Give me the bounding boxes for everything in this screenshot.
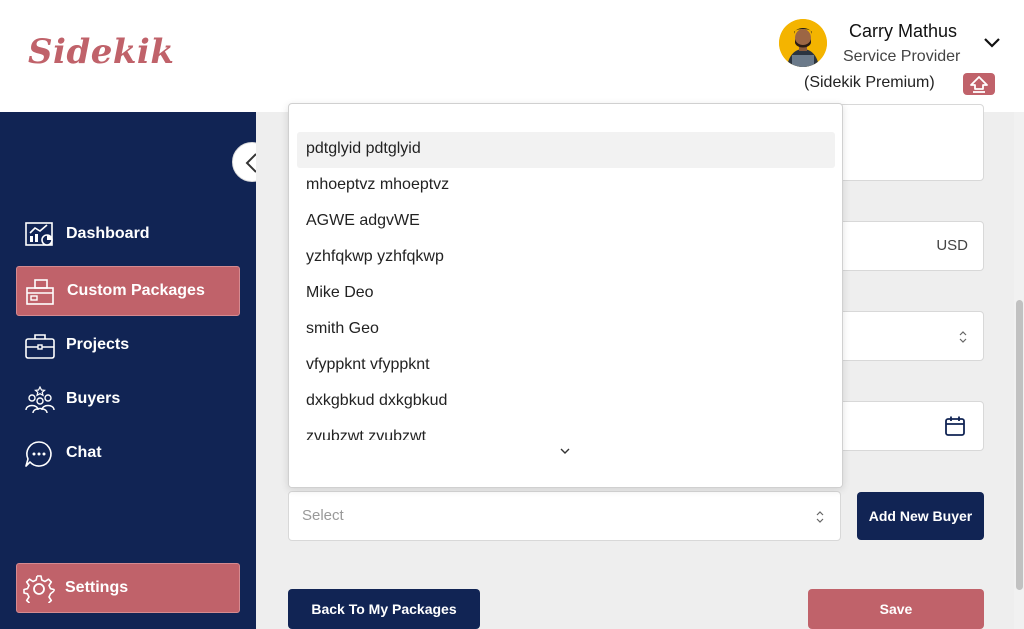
chat-icon — [24, 440, 56, 468]
currency-label: USD — [936, 237, 968, 254]
user-avatar[interactable] — [779, 19, 827, 67]
user-plan: (Sidekik Premium) — [804, 74, 935, 91]
upgrade-button[interactable] — [963, 73, 995, 95]
sidebar-item-buyers[interactable]: Buyers — [16, 375, 240, 425]
updown-arrows-icon — [816, 511, 824, 523]
sidebar-item-chat[interactable]: Chat — [16, 429, 240, 479]
sidebar-item-label: Dashboard — [66, 225, 150, 242]
sidebar-item-settings[interactable]: Settings — [16, 563, 240, 613]
sidebar-item-projects[interactable]: Projects — [16, 321, 240, 371]
sidebar-item-dashboard[interactable]: Dashboard — [16, 210, 240, 260]
scrollbar-thumb[interactable] — [1016, 300, 1023, 590]
buyer-select-placeholder: Select — [302, 507, 344, 524]
chevron-down-icon[interactable] — [983, 34, 1001, 48]
buyer-select[interactable]: Select — [288, 491, 841, 541]
dropdown-option[interactable]: yzhfqkwp yzhfqkwp — [297, 240, 835, 276]
dropdown-option[interactable]: Mike Deo — [297, 276, 835, 312]
back-to-packages-button[interactable]: Back To My Packages — [288, 589, 480, 629]
dashboard-icon — [24, 221, 56, 249]
dropdown-option[interactable]: mhoeptvz mhoeptvz — [297, 168, 835, 204]
sidebar-item-label: Custom Packages — [67, 282, 205, 299]
sidebar-item-custom-packages[interactable]: Custom Packages — [16, 266, 240, 316]
gear-icon — [23, 575, 55, 604]
sidebar-item-label: Chat — [66, 444, 102, 461]
dropdown-option[interactable]: zvubzwt zvubzwt — [297, 420, 835, 440]
calendar-icon[interactable] — [944, 415, 966, 437]
dropdown-option[interactable]: dxkgbkud dxkgbkud — [297, 384, 835, 420]
add-new-buyer-button[interactable]: Add New Buyer — [857, 492, 984, 540]
dropdown-option[interactable]: pdtglyid pdtglyid — [297, 132, 835, 168]
updown-arrows-icon — [959, 331, 967, 343]
user-role: Service Provider — [843, 48, 961, 65]
briefcase-icon — [24, 332, 56, 360]
sidekik-logo[interactable]: Sidekik — [28, 32, 174, 72]
scroll-down-chevron-icon[interactable] — [559, 446, 571, 456]
dropdown-option[interactable]: vfyppknt vfyppknt — [297, 348, 835, 384]
package-icon — [25, 278, 57, 306]
buyer-dropdown-menu: pdtglyid pdtglyid mhoeptvz mhoeptvz AGWE… — [288, 103, 843, 488]
sidebar-item-label: Projects — [66, 336, 130, 353]
dropdown-option[interactable]: smith Geo — [297, 312, 835, 348]
sidebar-item-label: Settings — [65, 579, 129, 596]
user-name: Carry Mathus — [849, 21, 958, 41]
save-button[interactable]: Save — [808, 589, 984, 629]
top-header: Sidekik Carry Mathus Service Provider (S… — [0, 0, 1024, 112]
dropdown-option[interactable]: AGWE adgvWE — [297, 204, 835, 240]
upload-icon — [970, 76, 988, 93]
buyers-icon — [24, 385, 56, 414]
sidebar-item-label: Buyers — [66, 390, 121, 407]
